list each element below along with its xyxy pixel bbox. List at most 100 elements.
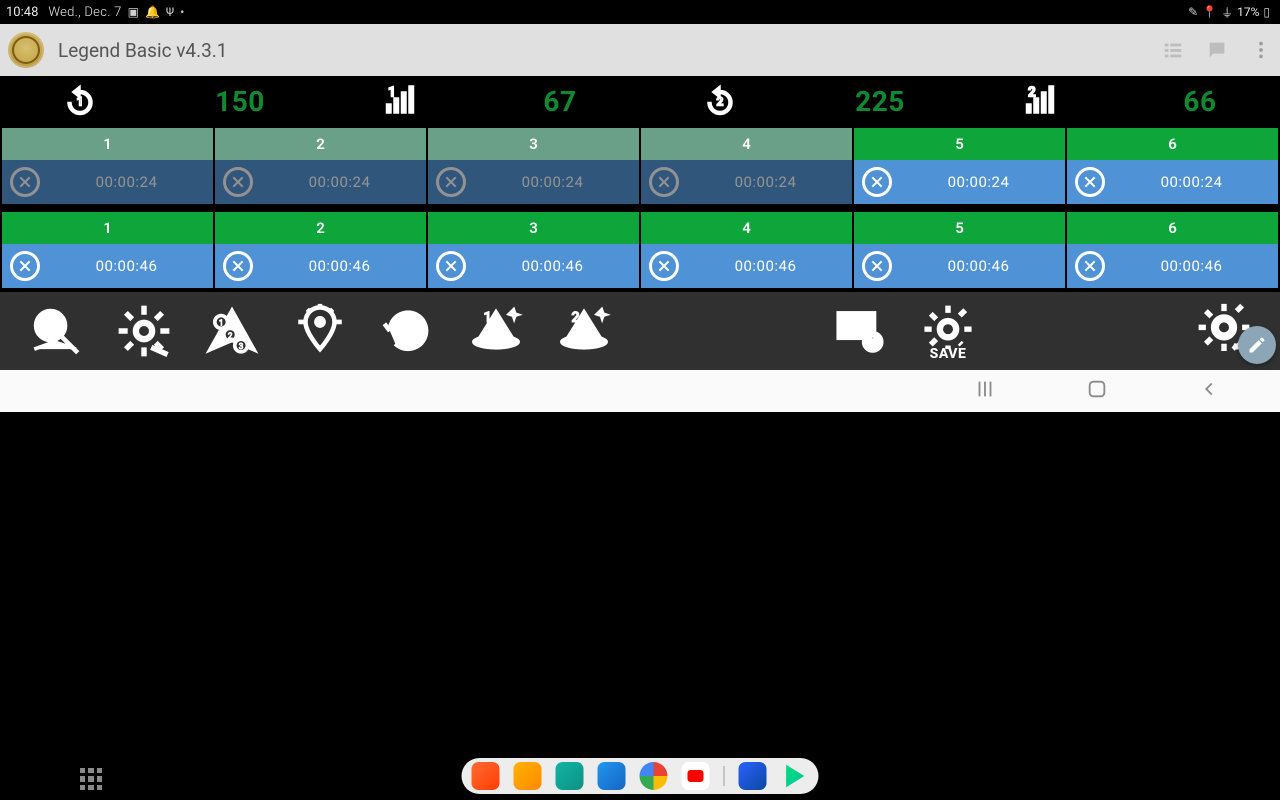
track-row-1: 100:00:24200:00:24300:00:24400:00:24500:… <box>0 128 1280 204</box>
tool-zoom-icon[interactable] <box>18 298 94 364</box>
more-icon: • <box>180 5 184 19</box>
app-title: Legend Basic v4.3.1 <box>58 39 228 62</box>
tool-history-icon[interactable] <box>370 298 446 364</box>
column-header: 1 <box>2 128 213 160</box>
close-column-button[interactable] <box>1075 251 1105 281</box>
close-column-button[interactable] <box>223 251 253 281</box>
close-column-button[interactable] <box>436 251 466 281</box>
track-column[interactable]: 400:00:24 <box>641 128 852 204</box>
column-timer: 00:00:46 <box>948 257 1010 275</box>
column-footer: 00:00:24 <box>2 160 213 204</box>
image-icon: ▣ <box>128 5 139 19</box>
column-header: 4 <box>641 128 852 160</box>
dock-app-youtube[interactable] <box>682 762 710 790</box>
dock-app-4[interactable] <box>598 762 626 790</box>
column-footer: 00:00:24 <box>1067 160 1278 204</box>
column-header: 2 <box>215 212 426 244</box>
close-column-button[interactable] <box>436 167 466 197</box>
column-timer: 00:00:24 <box>948 173 1010 191</box>
chat-icon[interactable] <box>1206 39 1228 61</box>
tool-save-button[interactable]: SAVE <box>910 298 986 364</box>
column-header: 4 <box>641 212 852 244</box>
track-column[interactable]: 1 00:00:24 <box>2 128 213 204</box>
app-toolbar: Legend Basic v4.3.1 <box>0 24 1280 76</box>
svg-text:1: 1 <box>388 85 396 101</box>
overflow-icon[interactable] <box>1250 39 1272 61</box>
tool-navigate-icon[interactable]: 123 <box>194 298 270 364</box>
tool-storage-icon[interactable]: i <box>822 298 898 364</box>
column-header: 5 <box>854 128 1065 160</box>
android-back-icon[interactable] <box>1198 378 1220 404</box>
metric-signal-2: 66 <box>1183 85 1216 118</box>
track-column[interactable]: 600:00:46 <box>1067 212 1278 288</box>
svg-text:2: 2 <box>717 95 724 109</box>
svg-text:3: 3 <box>239 341 244 351</box>
track-column[interactable]: 2 00:00:46 <box>215 212 426 288</box>
close-column-button[interactable] <box>649 167 679 197</box>
signal-1-icon: 1 <box>320 83 480 119</box>
track-column[interactable]: 1 00:00:46 <box>2 212 213 288</box>
replay-1-icon: 1 <box>0 83 160 119</box>
svg-text:1: 1 <box>483 309 491 326</box>
app-logo <box>8 32 44 68</box>
close-column-button[interactable] <box>1075 167 1105 197</box>
close-column-button[interactable] <box>223 167 253 197</box>
track-column[interactable]: 5 00:00:24 <box>854 128 1065 204</box>
dock-app-5[interactable] <box>739 762 767 790</box>
svg-text:i: i <box>871 335 874 349</box>
close-column-button[interactable] <box>862 167 892 197</box>
tool-wizard-2-icon[interactable]: 2 <box>546 298 622 364</box>
column-footer: 00:00:46 <box>641 244 852 288</box>
track-column[interactable]: 500:00:46 <box>854 212 1065 288</box>
track-column[interactable]: 400:00:46 <box>641 212 852 288</box>
track-column[interactable]: 300:00:46 <box>428 212 639 288</box>
column-timer: 00:00:24 <box>96 173 158 191</box>
dock-app-3[interactable] <box>556 762 584 790</box>
list-icon[interactable] <box>1162 39 1184 61</box>
replay-2-icon: 2 <box>640 83 800 119</box>
track-row-2: 100:00:46200:00:46300:00:46400:00:46500:… <box>0 212 1280 288</box>
column-header: 1 <box>2 212 213 244</box>
tool-settings-icon[interactable] <box>106 298 182 364</box>
android-navigation-bar <box>0 370 1280 412</box>
metric-replay-2: 225 <box>855 85 905 118</box>
close-column-button[interactable] <box>10 167 40 197</box>
android-home-icon[interactable] <box>1086 378 1108 404</box>
column-footer: 00:00:46 <box>2 244 213 288</box>
track-column[interactable]: 200:00:24 <box>215 128 426 204</box>
track-column[interactable]: 600:00:24 <box>1067 128 1278 204</box>
edit-row-button[interactable] <box>1238 326 1276 364</box>
dock-app-1[interactable] <box>472 762 500 790</box>
column-header: 3 <box>428 212 639 244</box>
android-recent-icon[interactable] <box>974 378 996 404</box>
app-drawer-icon[interactable] <box>80 768 102 790</box>
dock-app-play[interactable] <box>781 762 809 790</box>
column-timer: 00:00:46 <box>1161 257 1223 275</box>
signal-2-icon: 2 <box>960 83 1120 119</box>
dock-separator <box>724 766 725 786</box>
column-footer: 00:00:24 <box>854 160 1065 204</box>
column-header: 2 <box>215 128 426 160</box>
close-column-button[interactable] <box>10 251 40 281</box>
track-column[interactable]: 300:00:24 <box>428 128 639 204</box>
battery-icon: ▯ <box>1263 5 1270 19</box>
tool-wizard-1-icon[interactable]: 1 <box>458 298 534 364</box>
save-label: SAVE <box>910 346 986 362</box>
tool-pin-settings-icon[interactable] <box>282 298 358 364</box>
column-timer: 00:00:46 <box>309 257 371 275</box>
metric-signal-1: 67 <box>543 85 576 118</box>
wifi-icon: ⏚ <box>1221 4 1233 21</box>
close-column-button[interactable] <box>862 251 892 281</box>
location-icon: 📍 <box>1202 5 1217 19</box>
column-footer: 00:00:46 <box>428 244 639 288</box>
battery-text: 17% <box>1237 5 1259 19</box>
svg-text:1: 1 <box>219 318 224 328</box>
bottom-toolbar: 123 1 2 i SAVE <box>0 292 1280 370</box>
column-timer: 00:00:46 <box>96 257 158 275</box>
metric-replay-1: 150 <box>215 85 265 118</box>
close-column-button[interactable] <box>649 251 679 281</box>
dock-app-2[interactable] <box>514 762 542 790</box>
track-rows: 100:00:24200:00:24300:00:24400:00:24500:… <box>0 126 1280 292</box>
dock-app-chrome[interactable] <box>640 762 668 790</box>
svg-text:2: 2 <box>571 309 579 326</box>
